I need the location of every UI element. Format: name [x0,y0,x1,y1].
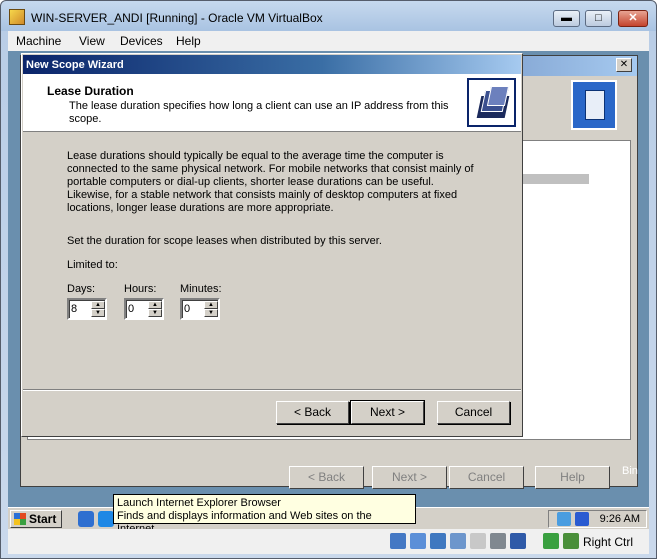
hours-stepper[interactable]: 0 ▲ ▼ [124,298,164,320]
new-scope-wizard: New Scope Wizard Lease Duration The leas… [21,53,523,437]
recycle-bin-label[interactable]: Bin [622,465,638,477]
wizard-header: Lease Duration The lease duration specif… [23,74,521,132]
background-help-button: Help [535,466,610,489]
menu-view[interactable]: View [79,34,105,48]
virtualbox-window: WIN-SERVER_ANDI [Running] - Oracle VM Vi… [0,0,657,559]
mouse-integration-icon[interactable] [543,533,559,549]
minutes-up-arrow-icon[interactable]: ▲ [204,301,218,309]
minutes-value[interactable]: 0 [184,303,190,315]
hours-up-arrow-icon[interactable]: ▲ [148,301,162,309]
start-label: Start [29,512,57,526]
minutes-stepper[interactable]: 0 ▲ ▼ [180,298,220,320]
hours-label: Hours: [124,283,157,295]
next-button[interactable]: Next > [350,400,425,425]
host-window-title: WIN-SERVER_ANDI [Running] - Oracle VM Vi… [31,11,323,25]
background-back-button: < Back [289,466,364,489]
network-adapter-icon[interactable] [450,533,466,549]
wizard-folder-icon [467,78,516,127]
menu-help[interactable]: Help [176,34,201,48]
menu-devices[interactable]: Devices [120,34,163,48]
host-titlebar[interactable]: WIN-SERVER_ANDI [Running] - Oracle VM Vi… [1,1,656,31]
days-stepper[interactable]: 8 ▲ ▼ [67,298,107,320]
guest-screen[interactable]: ✕ < Back Next > Cancel Help Bin New Scop… [8,51,649,529]
usb-icon[interactable] [430,533,446,549]
minimize-button[interactable]: ▬ [553,10,580,27]
set-duration-label: Set the duration for scope leases when d… [67,235,382,247]
minutes-label: Minutes: [180,283,222,295]
windows-logo-icon [14,513,26,525]
wizard-title: New Scope Wizard [26,59,124,71]
network-icon[interactable] [557,512,571,526]
host-menubar: Machine View Devices Help [8,31,649,51]
close-button[interactable]: ✕ [618,10,648,27]
page-heading: Lease Duration [47,84,134,98]
wizard-titlebar[interactable]: New Scope Wizard [23,55,521,74]
page-subheading: The lease duration specifies how long a … [69,100,449,125]
host-key-label: Right Ctrl [583,535,634,549]
limited-to-label: Limited to: [67,259,118,271]
recording-icon[interactable] [510,533,526,549]
maximize-button[interactable]: □ [585,10,612,27]
clock[interactable]: 9:26 AM [600,513,640,525]
menu-machine[interactable]: Machine [16,34,61,48]
minutes-down-arrow-icon[interactable]: ▼ [204,309,218,317]
display-icon[interactable] [490,533,506,549]
days-down-arrow-icon[interactable]: ▼ [91,309,105,317]
internet-explorer-icon[interactable] [98,511,114,527]
background-cancel-button: Cancel [449,466,524,489]
shared-folders-icon[interactable] [470,533,486,549]
hard-disk-icon[interactable] [390,533,406,549]
cancel-button[interactable]: Cancel [437,401,510,424]
tooltip-title: Launch Internet Explorer Browser [117,497,281,509]
host-key-icon[interactable] [563,533,579,549]
dhcp-console-icon [571,80,617,130]
hours-down-arrow-icon[interactable]: ▼ [148,309,162,317]
hours-value[interactable]: 0 [128,303,134,315]
days-label: Days: [67,283,96,295]
background-next-button: Next > [372,466,447,489]
optical-drive-icon[interactable] [410,533,426,549]
show-desktop-icon[interactable] [78,511,94,527]
wizard-separator [23,389,521,391]
lease-description: Lease durations should typically be equa… [67,150,474,214]
days-up-arrow-icon[interactable]: ▲ [91,301,105,309]
background-close-button[interactable]: ✕ [616,58,632,72]
tooltip-body: Finds and displays information and Web s… [117,510,372,529]
security-icon[interactable] [575,512,589,526]
ie-tooltip: Launch Internet Explorer Browser Finds a… [113,494,416,529]
virtualbox-app-icon [9,9,25,25]
back-button[interactable]: < Back [276,401,349,424]
system-tray: 9:26 AM [548,510,647,528]
days-value[interactable]: 8 [71,303,77,315]
start-button[interactable]: Start [10,510,62,528]
host-statusbar: Right Ctrl [8,529,649,554]
